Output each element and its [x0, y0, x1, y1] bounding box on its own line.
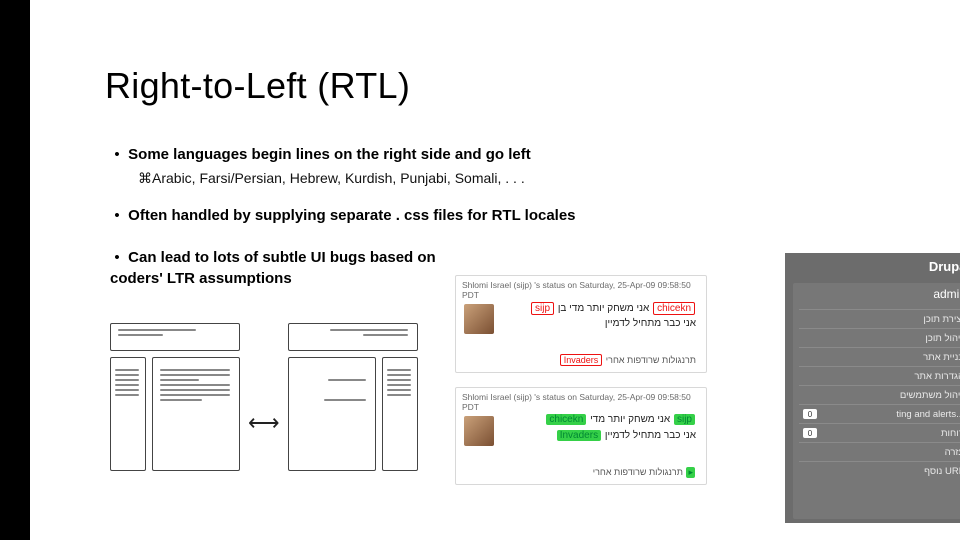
admin-menu-label: דוחות	[941, 428, 960, 439]
shot-line-2: אני כבר מתחיל לדמיין	[605, 318, 696, 329]
bullet-2: • Often handled by supplying separate . …	[110, 206, 830, 226]
admin-menu-item[interactable]: עזרה	[799, 442, 960, 461]
admin-menu-item[interactable]: ...ting and alerts 0	[799, 404, 960, 423]
sketch-lines	[118, 329, 230, 336]
admin-menu-label: הגדרות אתר	[914, 371, 960, 382]
sketch-a-header	[110, 323, 240, 351]
bullet-dot-icon: •	[110, 206, 124, 226]
drupal-admin-panel: Drupal admin יצירת תוכן ניהול תוכן בניית א…	[785, 253, 960, 523]
shot-footer: ▸ תרנגולות שרודפות אחרי	[593, 467, 696, 478]
bullet-list: • Some languages begin lines on the righ…	[110, 145, 830, 289]
admin-menu-label: בניית אתר	[923, 352, 960, 363]
admin-menu-label: עזרה	[945, 447, 960, 458]
bullet-1-sub-text: Arabic, Farsi/Persian, Hebrew, Kurdish, …	[152, 170, 525, 186]
swap-arrow-icon: ⟷	[248, 410, 280, 436]
admin-card: admin יצירת תוכן ניהול תוכן בניית אתר הגדרו…	[793, 283, 960, 519]
count-badge: 0	[803, 409, 817, 419]
bullet-3: • Can lead to lots of subtle UI bugs bas…	[110, 248, 480, 289]
tag-invaders: Invaders	[557, 430, 601, 441]
shot-line-1-mid: אני משחק יותר מדי	[590, 414, 670, 425]
footer-pill: ▸	[686, 467, 695, 478]
admin-menu-label: ניהול משתמשים	[900, 390, 960, 401]
tag-chicken: chicekn	[546, 414, 586, 425]
bullet-dot-icon: •	[110, 248, 124, 268]
tag-sijp: sijp	[674, 414, 695, 425]
sketch-b-header	[288, 323, 418, 351]
admin-menu-item[interactable]: הגדרות אתר	[799, 366, 960, 385]
admin-menu-item[interactable]: URL נוסף	[799, 461, 960, 480]
bullet-2-text: Often handled by supplying separate . cs…	[128, 207, 575, 224]
tag-invaders: Invaders	[560, 354, 603, 366]
status-shot-correct: Shlomi Israel (sijp) 's status on Saturd…	[455, 387, 707, 485]
shot-line-1: sijp אני משחק יותר מדי chicekn	[545, 414, 696, 425]
shot-footer-tail: תרנגולות שרודפות אחרי	[606, 355, 696, 365]
bullet-1: • Some languages begin lines on the righ…	[110, 145, 830, 165]
shot-line-1-mid: אני משחק יותר מדי בן	[558, 303, 649, 314]
shot-header: Shlomi Israel (sijp) 's status on Saturd…	[462, 392, 700, 412]
shot-line-2-tail: אני כבר מתחיל לדמיין	[605, 430, 696, 441]
shot-line-1: chicekn אני משחק יותר מדי בן sijp	[530, 302, 696, 315]
sketch-lines	[387, 369, 411, 396]
shot-footer-text: תרנגולות שרודפות אחרי	[593, 467, 683, 477]
bullet-dot-icon: •	[110, 145, 124, 165]
admin-menu-label: URL נוסף	[924, 466, 960, 477]
admin-menu-item[interactable]: יצירת תוכן	[799, 309, 960, 328]
admin-menu-label: ...ting and alerts	[896, 409, 960, 420]
bullet-1-text: Some languages begin lines on the right …	[128, 146, 531, 163]
shot-footer: תרנגולות שרודפות אחרי Invaders	[559, 354, 696, 366]
link-icon: ⌘	[138, 170, 152, 186]
sketch-lines	[115, 369, 139, 396]
slide-body: { "title": "Right-to-Left (RTL)", "bulle…	[30, 0, 960, 540]
admin-username: admin	[933, 287, 960, 301]
status-screenshots: Shlomi Israel (sijp) 's status on Saturd…	[455, 275, 705, 495]
layout-swap-sketch: ⟷	[110, 315, 420, 505]
shot-line-2: אני כבר מתחיל לדמיין Invaders	[556, 430, 696, 441]
avatar	[464, 304, 494, 334]
figures-area: ⟷ Shlomi Israel (sijp) 's status on Satu…	[110, 315, 960, 525]
sketch-lines	[296, 369, 366, 401]
sketch-lines	[160, 369, 230, 401]
admin-menu: יצירת תוכן ניהול תוכן בניית אתר הגדרות אתר נ…	[799, 309, 960, 513]
sketch-lines	[296, 329, 408, 336]
tag-sijp: sijp	[531, 302, 554, 315]
admin-menu-label: יצירת תוכן	[923, 314, 960, 325]
admin-menu-item[interactable]: בניית אתר	[799, 347, 960, 366]
slide-title: Right-to-Left (RTL)	[105, 65, 410, 107]
admin-menu-label: ניהול תוכן	[925, 333, 960, 344]
status-shot-wrong: Shlomi Israel (sijp) 's status on Saturd…	[455, 275, 707, 373]
drupal-logo: Drupal	[929, 259, 960, 274]
slide-accent-bar	[0, 0, 30, 540]
shot-header: Shlomi Israel (sijp) 's status on Saturd…	[462, 280, 700, 300]
bullet-3-text: Can lead to lots of subtle UI bugs based…	[110, 249, 436, 286]
admin-menu-item[interactable]: דוחות 0	[799, 423, 960, 442]
avatar	[464, 416, 494, 446]
count-badge: 0	[803, 428, 817, 438]
bullet-1-sub: ⌘Arabic, Farsi/Persian, Hebrew, Kurdish,…	[138, 169, 830, 188]
admin-menu-item[interactable]: ניהול תוכן	[799, 328, 960, 347]
tag-chicken: chicekn	[653, 302, 695, 315]
admin-menu-item[interactable]: ניהול משתמשים	[799, 385, 960, 404]
